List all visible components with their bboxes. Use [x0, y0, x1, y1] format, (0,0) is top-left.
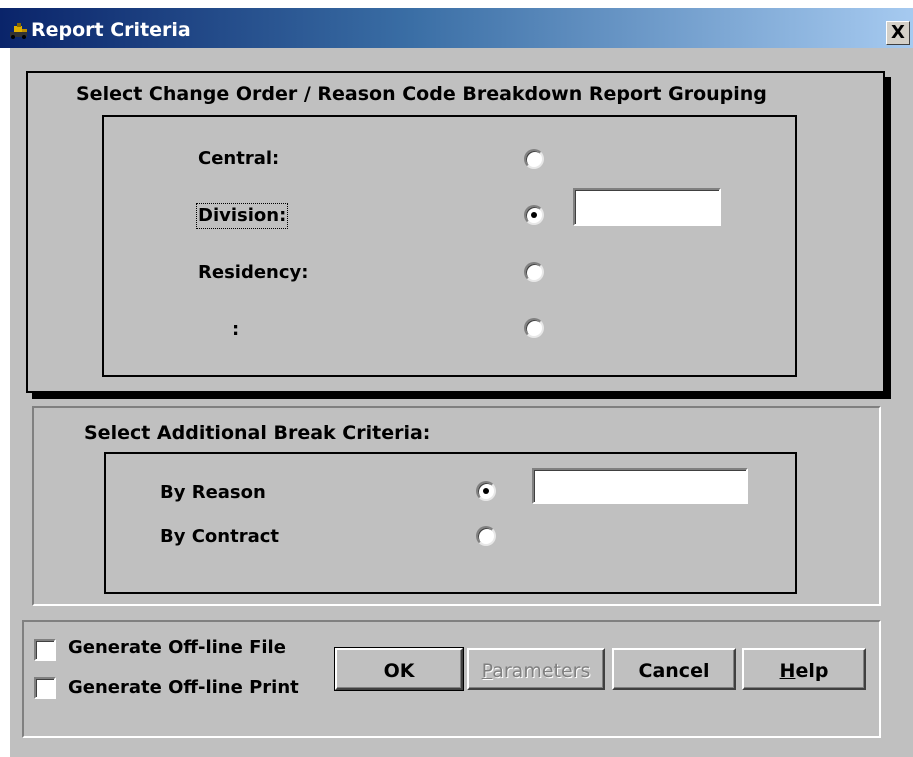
by-reason-label: By Reason [160, 482, 266, 503]
window-title: Report Criteria [31, 19, 191, 41]
help-button[interactable]: Help [742, 648, 866, 690]
report-grouping-options-box: Central: Division: Residency: : [102, 115, 797, 377]
division-input[interactable] [573, 188, 721, 226]
parameters-button[interactable]: Parameters [467, 648, 605, 690]
offline-print-label: Generate Off-line Print [68, 677, 299, 698]
offline-print-checkbox[interactable] [34, 677, 56, 699]
report-grouping-title: Select Change Order / Reason Code Breakd… [76, 83, 767, 105]
by-reason-input[interactable] [532, 468, 748, 504]
ok-button[interactable]: OK [334, 647, 464, 691]
help-label-rest: elp [795, 660, 829, 682]
parameters-mnemonic: P [481, 660, 493, 682]
parameters-label-rest: arameters [492, 660, 591, 682]
blank-option-radio[interactable] [524, 318, 544, 338]
residency-radio[interactable] [524, 262, 544, 282]
division-radio[interactable] [524, 205, 544, 225]
residency-label: Residency: [198, 262, 309, 283]
by-reason-radio[interactable] [476, 481, 496, 501]
central-radio[interactable] [524, 149, 544, 169]
offline-file-label: Generate Off-line File [68, 637, 286, 658]
division-label: Division: [195, 203, 289, 229]
blank-option-label: : [232, 319, 240, 340]
help-mnemonic: H [779, 660, 796, 682]
central-label: Central: [198, 148, 280, 169]
offline-file-checkbox[interactable] [34, 639, 56, 661]
action-bar: Generate Off-line File Generate Off-line… [22, 620, 881, 738]
cancel-button[interactable]: Cancel [612, 648, 736, 690]
bulldozer-icon [10, 23, 28, 39]
report-grouping-panel: Select Change Order / Reason Code Breakd… [26, 71, 885, 393]
by-contract-label: By Contract [160, 526, 280, 547]
title-bar[interactable]: Report Criteria X [0, 8, 913, 48]
break-criteria-options-box: By Reason By Contract [104, 452, 797, 594]
by-contract-radio[interactable] [476, 526, 496, 546]
break-criteria-title: Select Additional Break Criteria: [84, 422, 431, 444]
break-criteria-panel: Select Additional Break Criteria: By Rea… [32, 406, 881, 606]
close-icon[interactable]: X [886, 21, 910, 45]
